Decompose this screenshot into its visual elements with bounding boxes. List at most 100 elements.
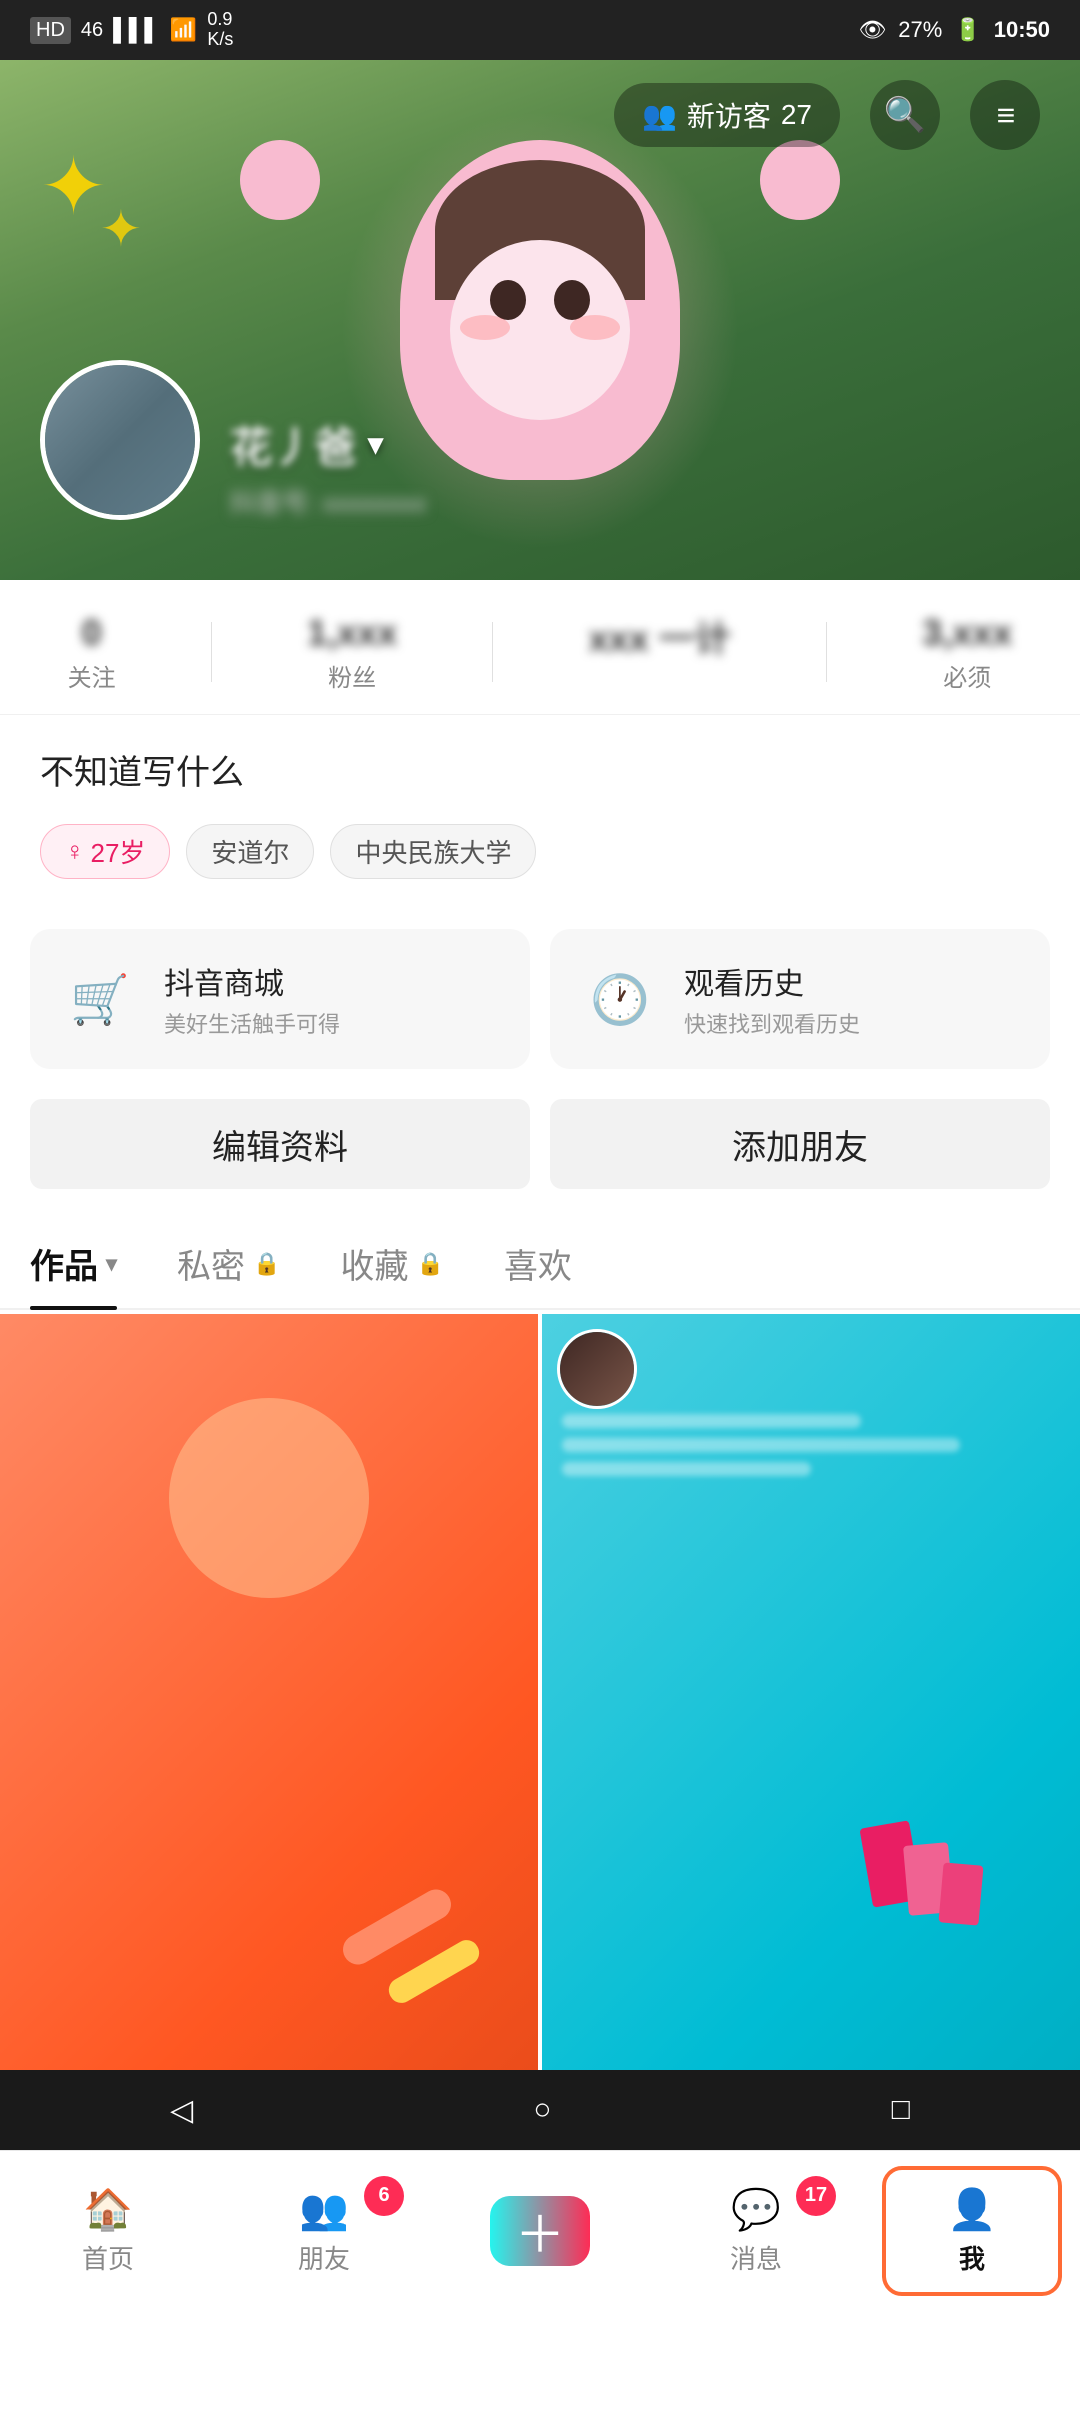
- history-card[interactable]: 🕐 观看历史 快速找到观看历史: [550, 929, 1050, 1069]
- stat-following-label: 关注: [68, 658, 116, 693]
- username-dropdown-icon[interactable]: ▾: [368, 427, 383, 462]
- nav-me[interactable]: 👤 我: [892, 2186, 1052, 2276]
- back-button[interactable]: ◁: [170, 2093, 193, 2128]
- video-item-1[interactable]: 草稿 2: [0, 1314, 538, 2151]
- message-icon: 💬: [731, 2186, 781, 2233]
- friends-icon: 👥: [299, 2186, 349, 2233]
- stat-divider-3: [826, 622, 827, 682]
- shop-card[interactable]: 🛒 抖音商城 美好生活触手可得: [30, 929, 530, 1069]
- stat-likes[interactable]: 3,xxx 必须: [922, 612, 1012, 693]
- visitor-count: 27: [781, 99, 812, 131]
- menu-button[interactable]: ≡: [970, 80, 1040, 150]
- school-label: 中央民族大学: [355, 838, 511, 868]
- nav-home-label: 首页: [82, 2239, 134, 2276]
- nav-home[interactable]: 🏠 首页: [28, 2186, 188, 2276]
- tab-likes[interactable]: 喜欢: [504, 1219, 572, 1308]
- signal-icon: ▌▌▌: [113, 17, 160, 43]
- location-label: 安道尔: [211, 838, 289, 868]
- search-icon: 🔍: [884, 95, 926, 135]
- nav-friends[interactable]: 👥 朋友 6: [244, 2186, 404, 2276]
- shop-text: 抖音商城 美好生活触手可得: [164, 959, 340, 1039]
- visitor-icon: 👥: [642, 99, 677, 132]
- time-display: 10:50: [994, 17, 1050, 43]
- eye-icon: 👁: [858, 17, 886, 43]
- bio-text: 不知道写什么: [40, 754, 244, 792]
- hd-icon: HD: [30, 17, 71, 44]
- plus-button[interactable]: ＋: [490, 2196, 590, 2266]
- stat-divider-2: [492, 622, 493, 682]
- stat-followers[interactable]: 1,xxx 粉丝: [307, 612, 397, 693]
- tag-school[interactable]: 中央民族大学: [330, 824, 536, 879]
- battery-percent: 27%: [898, 17, 942, 43]
- 4g-icon: 46: [81, 19, 103, 42]
- friends-badge: 6: [364, 2176, 404, 2216]
- stat-following[interactable]: 0 关注: [68, 612, 116, 693]
- tag-location[interactable]: 安道尔: [186, 824, 314, 879]
- tab-collection-label: 收藏: [340, 1239, 408, 1288]
- avatar[interactable]: [40, 360, 200, 520]
- stat-followers-value: 1,xxx: [307, 612, 397, 654]
- edit-profile-button[interactable]: 编辑资料: [30, 1099, 530, 1189]
- tabs-row: 作品 ▾ 私密 🔒 收藏 🔒 喜欢: [0, 1219, 1080, 1310]
- cards-row: 🛒 抖音商城 美好生活触手可得 🕐 观看历史 快速找到观看历史: [0, 909, 1080, 1099]
- stat-following-value: 0: [82, 612, 102, 654]
- add-friend-button[interactable]: 添加朋友: [550, 1099, 1050, 1189]
- tab-private-lock-icon: 🔒: [253, 1251, 280, 1277]
- stat-total-value: xxx 一计: [589, 610, 731, 662]
- status-bar-right: 👁 27% 🔋 10:50: [858, 17, 1050, 43]
- video-item-2[interactable]: ▶ 1+: [542, 1314, 1080, 2151]
- plus-icon: ＋: [515, 2195, 565, 2267]
- profile-text-area: 花丿爸 ▾ 抖音号: xxxxxxxx: [230, 414, 1040, 520]
- top-actions: 👥 新访客 27 🔍 ≡: [0, 80, 1080, 150]
- age-label: 27岁: [91, 833, 146, 870]
- profile-header: ✦ ✦ 👥 新访客 27 🔍 ≡ 花丿爸 ▾ 抖音号: xxxxxxxx: [0, 60, 1080, 580]
- system-nav-bar: ◁ ○ □: [0, 2070, 1080, 2150]
- nav-messages-label: 消息: [730, 2239, 782, 2276]
- shop-icon: 🛒: [60, 959, 140, 1039]
- stat-likes-label: 必须: [943, 658, 991, 693]
- visitor-button[interactable]: 👥 新访客 27: [614, 83, 840, 147]
- tab-collection[interactable]: 收藏 🔒: [340, 1219, 443, 1308]
- history-icon: 🕐: [580, 959, 660, 1039]
- nav-me-active-indicator: [882, 2166, 1062, 2296]
- tab-likes-label: 喜欢: [504, 1239, 572, 1288]
- stats-row: 0 关注 1,xxx 粉丝 xxx 一计 . 3,xxx 必须: [0, 580, 1080, 715]
- menu-icon: ≡: [997, 97, 1014, 134]
- messages-badge: 17: [796, 2176, 836, 2216]
- stat-likes-value: 3,xxx: [922, 612, 1012, 654]
- home-sys-button[interactable]: ○: [533, 2093, 551, 2127]
- stat-divider-1: [211, 622, 212, 682]
- tab-collection-lock-icon: 🔒: [416, 1251, 443, 1277]
- battery-icon: 🔋: [954, 17, 981, 43]
- bottom-nav: 🏠 首页 👥 朋友 6 ＋ 💬 消息 17 👤 我: [0, 2150, 1080, 2310]
- avatar-wrap: [40, 360, 200, 520]
- add-friend-label: 添加朋友: [732, 1120, 868, 1169]
- username-row: 花丿爸 ▾: [230, 414, 1040, 475]
- status-bar: HD 46 ▌▌▌ 📶 0.9K/s 👁 27% 🔋 10:50: [0, 0, 1080, 60]
- shop-title: 抖音商城: [164, 959, 340, 1003]
- visitor-label: 新访客: [687, 95, 771, 135]
- status-bar-left: HD 46 ▌▌▌ 📶 0.9K/s: [30, 10, 233, 50]
- tag-gender-age[interactable]: ♀ 27岁: [40, 824, 170, 879]
- recents-button[interactable]: □: [892, 2093, 910, 2127]
- star-decoration-2: ✦: [100, 200, 142, 258]
- action-buttons: 编辑资料 添加朋友: [0, 1099, 1080, 1219]
- nav-friends-label: 朋友: [298, 2239, 350, 2276]
- search-button[interactable]: 🔍: [870, 80, 940, 150]
- star-decoration-1: ✦: [40, 140, 107, 233]
- tab-private[interactable]: 私密 🔒: [177, 1219, 280, 1308]
- bio-section: 不知道写什么: [0, 715, 1080, 804]
- tab-works[interactable]: 作品 ▾: [30, 1219, 117, 1308]
- edit-profile-label: 编辑资料: [212, 1120, 348, 1169]
- stat-followers-label: 粉丝: [328, 658, 376, 693]
- history-subtitle: 快速找到观看历史: [684, 1007, 860, 1039]
- home-icon: 🏠: [83, 2186, 133, 2233]
- stat-total[interactable]: xxx 一计 .: [589, 610, 731, 694]
- speed-text: 0.9K/s: [207, 10, 233, 50]
- wifi-icon: 📶: [170, 17, 197, 43]
- user-id: 抖音号: xxxxxxxx: [230, 483, 1040, 520]
- nav-messages[interactable]: 💬 消息 17: [676, 2186, 836, 2276]
- tags-row: ♀ 27岁 安道尔 中央民族大学: [0, 804, 1080, 909]
- nav-plus[interactable]: ＋: [460, 2196, 620, 2266]
- video-grid: 草稿 2 ▶ 1+: [0, 1310, 1080, 2155]
